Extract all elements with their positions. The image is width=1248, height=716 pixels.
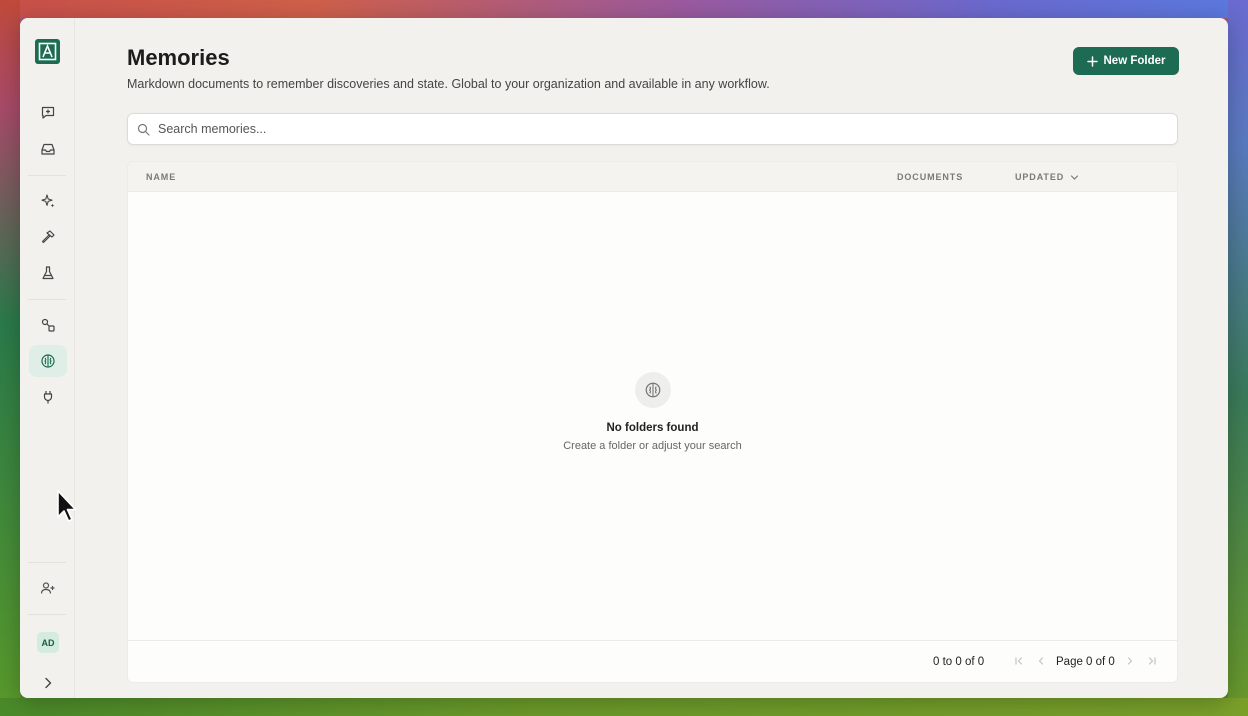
chevron-right-icon — [45, 677, 52, 689]
sidebar: AD — [20, 18, 75, 698]
sidebar-item-tools[interactable] — [29, 221, 67, 253]
next-page-button[interactable] — [1123, 654, 1137, 668]
empty-state: No folders found Create a folder or adju… — [128, 372, 1177, 452]
column-header-updated[interactable]: UPDATED — [1015, 172, 1079, 182]
workflow-icon — [41, 318, 55, 332]
row-count: 0 to 0 of 0 — [933, 656, 985, 668]
pagination-bar: 0 to 0 of 0 Page 0 of 0 — [128, 640, 1177, 682]
sidebar-item-workflows[interactable] — [29, 309, 67, 341]
sidebar-item-new-chat[interactable] — [29, 97, 67, 129]
last-page-icon — [1148, 657, 1156, 665]
previous-page-button[interactable] — [1034, 654, 1048, 668]
empty-state-icon-wrap — [634, 372, 671, 408]
page-title: Memories — [127, 45, 230, 70]
sidebar-item-integrations[interactable] — [29, 381, 67, 413]
chevron-left-icon — [1038, 657, 1044, 665]
column-header-documents[interactable]: DOCUMENTS — [897, 172, 963, 182]
empty-state-title: No folders found — [606, 422, 699, 434]
chevron-right-icon — [1127, 657, 1133, 665]
search-input[interactable] — [158, 114, 1158, 144]
user-avatar[interactable]: AD — [37, 632, 59, 653]
plug-icon — [43, 391, 53, 404]
app-logo[interactable] — [35, 39, 60, 64]
first-page-button[interactable] — [1012, 654, 1026, 668]
sidebar-item-inbox[interactable] — [29, 133, 67, 165]
inbox-icon — [41, 143, 55, 155]
app-window: AD Memories Markdown documents to rememb… — [20, 18, 1228, 698]
sparkles-icon — [41, 194, 55, 208]
add-user-icon — [40, 582, 55, 594]
sidebar-item-evals[interactable] — [29, 257, 67, 289]
chat-plus-icon — [41, 106, 55, 119]
hammer-icon — [41, 230, 55, 244]
page-subtitle: Markdown documents to remember discoveri… — [127, 77, 770, 91]
new-folder-label: New Folder — [1103, 55, 1166, 67]
search-icon — [137, 123, 150, 136]
column-header-updated-label: UPDATED — [1015, 172, 1065, 182]
main-content: Memories Markdown documents to remember … — [76, 18, 1228, 698]
memories-table: NAME DOCUMENTS UPDATED No folders found — [127, 161, 1178, 683]
column-header-name[interactable]: NAME — [146, 172, 176, 182]
page-info: Page 0 of 0 — [1056, 656, 1115, 668]
plus-icon — [1086, 55, 1098, 67]
empty-state-subtitle: Create a folder or adjust your search — [563, 440, 742, 452]
sidebar-item-memories[interactable] — [29, 345, 67, 377]
brain-icon — [41, 354, 55, 368]
sidebar-expand-button[interactable] — [29, 667, 67, 698]
logo-icon — [38, 42, 57, 61]
sidebar-item-invite-user[interactable] — [29, 572, 67, 604]
table-header: NAME DOCUMENTS UPDATED — [128, 162, 1177, 192]
brain-icon — [645, 382, 660, 398]
flask-icon — [42, 266, 54, 280]
chevron-down-icon — [1071, 174, 1079, 180]
sidebar-item-agents[interactable] — [29, 185, 67, 217]
last-page-button[interactable] — [1145, 654, 1159, 668]
search-box[interactable] — [127, 113, 1178, 145]
first-page-icon — [1015, 657, 1023, 665]
mouse-cursor-icon — [57, 490, 77, 522]
new-folder-button[interactable]: New Folder — [1073, 47, 1179, 75]
